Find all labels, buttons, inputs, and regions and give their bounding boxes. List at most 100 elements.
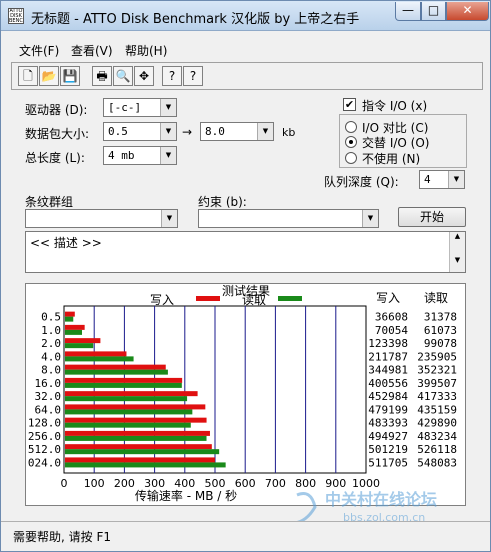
size-from-value: 0.5 <box>108 125 128 138</box>
chevron-down-icon[interactable]: ▼ <box>160 123 176 140</box>
write-bar <box>65 457 215 463</box>
scroll-down-icon[interactable]: ▼ <box>450 256 465 264</box>
read-bar <box>65 316 74 322</box>
description-text: << 描述 >> <box>30 236 102 250</box>
read-legend-label: 读取 <box>242 293 266 307</box>
write-value-label: 344981 <box>368 364 408 377</box>
save-icon[interactable]: 💾 <box>60 66 80 86</box>
toolbar: 🗋 📂 💾 🖶 🔍 ✥ ? ? <box>11 62 483 90</box>
chevron-down-icon[interactable]: ▼ <box>160 99 176 116</box>
print-icon[interactable]: 🖶 <box>92 66 112 86</box>
queue-depth-label: 队列深度 (Q): <box>324 175 399 189</box>
write-value-label: 479199 <box>368 403 408 416</box>
write-legend-swatch <box>196 296 220 301</box>
write-bar <box>65 338 101 344</box>
drive-select[interactable]: [-c-] ▼ <box>103 98 177 117</box>
menu-help[interactable]: 帮助(H) <box>125 42 167 59</box>
start-button[interactable]: 开始 <box>398 207 466 227</box>
write-column-header: 写入 <box>376 291 400 305</box>
total-length-select[interactable]: 4 mb ▼ <box>103 146 177 165</box>
read-value-label: 483234 <box>417 430 457 443</box>
constraint-select[interactable]: ▼ <box>198 209 379 228</box>
open-folder-icon[interactable]: 📂 <box>39 66 59 86</box>
atto-app-icon: ATTO DISK BENCH <box>8 8 24 24</box>
drive-value: [-c-] <box>108 101 142 114</box>
minimize-button[interactable]: — <box>395 2 421 21</box>
read-value-label: 435159 <box>417 403 457 416</box>
x-tick-label: 0 <box>61 477 68 490</box>
y-tick-label: 8.0 <box>41 364 61 377</box>
write-legend-label: 写入 <box>150 293 174 307</box>
read-value-label: 235905 <box>417 350 457 363</box>
write-bar <box>65 404 206 410</box>
write-bar <box>65 324 85 330</box>
force-io-label: 指令 I/O (x) <box>362 99 428 113</box>
app-window: ATTO DISK BENCH 无标题 - ATTO Disk Benchmar… <box>0 0 491 552</box>
help-icon[interactable]: ? <box>162 66 182 86</box>
read-value-label: 31378 <box>424 311 457 324</box>
write-value-label: 211787 <box>368 350 408 363</box>
status-bar: 需要帮助, 请按 F1 <box>1 521 490 551</box>
read-bar <box>65 449 220 455</box>
io-compare-radio[interactable] <box>345 121 357 133</box>
write-bar <box>65 364 166 370</box>
chevron-down-icon[interactable]: ▼ <box>362 210 378 227</box>
stripe-group-label: 条纹群组 <box>25 195 74 209</box>
write-value-label: 36608 <box>375 311 408 324</box>
watermark-text: 中关村在线论坛 <box>325 490 437 509</box>
stripe-group-select[interactable]: ▼ <box>25 209 178 228</box>
menu-bar: 文件(F) 查看(V) 帮助(H) <box>1 39 490 59</box>
scroll-up-icon[interactable]: ▲ <box>450 232 465 240</box>
title-bar[interactable]: ATTO DISK BENCH 无标题 - ATTO Disk Benchmar… <box>1 1 490 31</box>
chevron-down-icon[interactable]: ▼ <box>257 123 273 140</box>
read-value-label: 399507 <box>417 377 457 390</box>
y-tick-label: 16.0 <box>35 377 62 390</box>
move-icon[interactable]: ✥ <box>134 66 154 86</box>
overlapped-io-label: 交替 I/O (O) <box>362 136 430 150</box>
chevron-down-icon[interactable]: ▼ <box>160 147 176 164</box>
write-value-label: 70054 <box>375 324 408 337</box>
x-tick-label: 200 <box>114 477 135 490</box>
total-length-label: 总长度 (L): <box>25 151 85 165</box>
chevron-down-icon[interactable]: ▼ <box>161 210 177 227</box>
close-button[interactable]: ✕ <box>446 2 489 21</box>
read-value-label: 526118 <box>417 443 457 456</box>
print-preview-icon[interactable]: 🔍 <box>113 66 133 86</box>
chevron-down-icon[interactable]: ▼ <box>448 171 464 188</box>
x-axis-label: 传输速率 - MB / 秒 <box>135 488 237 503</box>
new-file-icon[interactable]: 🗋 <box>18 66 38 86</box>
read-bar <box>65 409 193 415</box>
overlapped-io-radio[interactable] <box>345 136 357 148</box>
y-tick-label: 0.5 <box>41 311 61 324</box>
read-bar <box>65 422 191 428</box>
read-bar <box>65 356 134 362</box>
read-bar <box>65 462 226 468</box>
menu-view[interactable]: 查看(V) <box>71 42 113 59</box>
y-tick-label: 64.0 <box>35 403 62 416</box>
context-help-icon[interactable]: ? <box>183 66 203 86</box>
arrow-icon: → <box>182 125 193 139</box>
transfer-size-to-select[interactable]: 8.0 ▼ <box>200 122 274 141</box>
write-value-label: 483393 <box>368 417 408 430</box>
read-bar <box>65 396 188 402</box>
y-tick-label: 512.0 <box>28 443 61 456</box>
size-to-value: 8.0 <box>205 125 225 138</box>
transfer-size-label: 数据包大小: <box>25 127 90 141</box>
force-io-checkbox[interactable]: ✔ <box>343 98 356 111</box>
menu-file[interactable]: 文件(F) <box>19 42 59 59</box>
write-value-label: 452984 <box>368 390 408 403</box>
results-chart: 测试结果 写入 读取 写入 读取 0.51.02.04.08.016.032.0… <box>28 283 457 503</box>
write-value-label: 501219 <box>368 443 408 456</box>
description-scrollbar[interactable]: ▲ ▼ <box>449 232 465 272</box>
read-legend-swatch <box>278 296 302 301</box>
y-tick-label: 256.0 <box>28 430 61 443</box>
read-value-label: 548083 <box>417 456 457 469</box>
queue-depth-select[interactable]: 4 ▼ <box>419 170 465 189</box>
neither-label: 不使用 (N) <box>362 152 421 166</box>
maximize-button[interactable]: □ <box>421 2 446 21</box>
write-bar <box>65 417 207 423</box>
transfer-size-from-select[interactable]: 0.5 ▼ <box>103 122 177 141</box>
description-box[interactable]: << 描述 >> ▲ ▼ <box>25 231 466 273</box>
neither-radio[interactable] <box>345 152 357 164</box>
read-bar <box>65 369 168 375</box>
